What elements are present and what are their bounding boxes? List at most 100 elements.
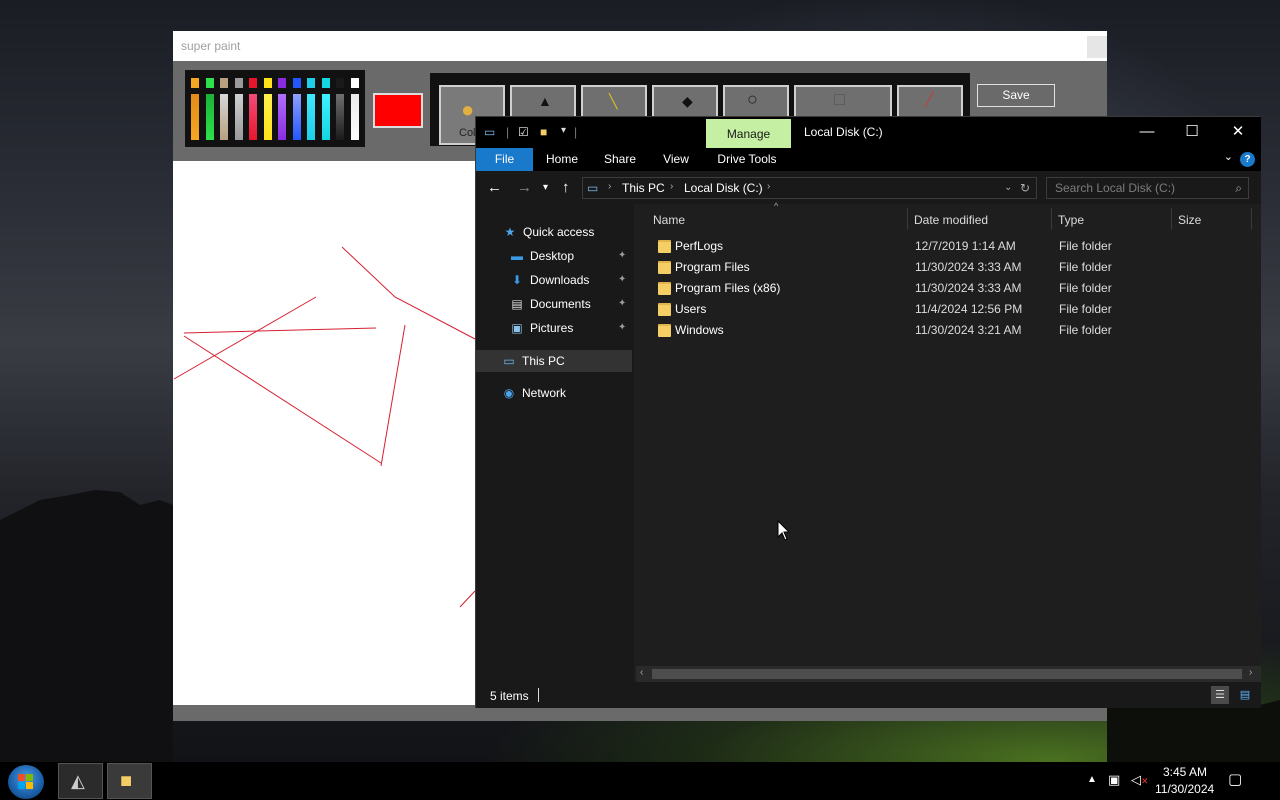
show-hidden-icons-icon[interactable]: ▲ — [1087, 774, 1097, 785]
swatch-gradient[interactable] — [278, 94, 286, 140]
column-header-date[interactable]: Date modified — [914, 210, 1049, 230]
swatch-light[interactable] — [336, 78, 344, 88]
swatch-light[interactable] — [205, 78, 214, 88]
refresh-icon[interactable]: ↻ — [1020, 181, 1030, 195]
palette-color-swatch[interactable] — [278, 78, 286, 140]
column-header-size[interactable]: Size — [1178, 210, 1248, 230]
start-button[interactable] — [8, 765, 44, 799]
swatch-light[interactable] — [263, 78, 272, 88]
horizontal-scrollbar[interactable]: ‹ › — [636, 666, 1261, 682]
table-row[interactable]: Program Files (x86) 11/30/2024 3:33 AM Fil… — [636, 278, 1256, 299]
pin-icon[interactable]: ✦ — [618, 269, 626, 291]
taskbar-app-paint[interactable]: ◭ — [58, 763, 103, 799]
swatch-gradient[interactable] — [307, 94, 315, 140]
column-header-name[interactable]: Name — [653, 210, 903, 230]
properties-icon[interactable]: ☑ — [518, 125, 529, 139]
pin-icon[interactable]: ✦ — [618, 317, 626, 339]
nav-downloads[interactable]: ⬇ Downloads ✦ — [508, 269, 633, 291]
palette-color-swatch[interactable] — [234, 78, 243, 140]
large-icons-view-icon[interactable]: ▤ — [1236, 686, 1254, 704]
nav-quick-access[interactable]: ★ Quick access — [501, 221, 631, 243]
table-row[interactable]: Users 11/4/2024 12:56 PM File folder — [636, 299, 1256, 320]
palette-color-swatch[interactable] — [307, 78, 315, 140]
pin-icon[interactable]: ✦ — [618, 245, 626, 267]
search-input[interactable] — [1047, 178, 1222, 198]
scroll-right-icon[interactable]: › — [1249, 667, 1252, 678]
swatch-light[interactable] — [307, 78, 315, 88]
swatch-gradient[interactable] — [263, 94, 272, 140]
forward-button[interactable]: → — [517, 179, 532, 196]
swatch-light[interactable] — [292, 78, 301, 88]
tab-view[interactable]: View — [652, 148, 700, 171]
swatch-gradient[interactable] — [292, 94, 301, 140]
palette-color-swatch[interactable] — [191, 78, 199, 140]
search-icon[interactable]: ⌕ — [1235, 181, 1242, 196]
close-button[interactable]: ✕ — [1215, 117, 1261, 148]
swatch-gradient[interactable] — [336, 94, 344, 140]
maximize-button[interactable]: ☐ — [1169, 117, 1215, 148]
nav-network[interactable]: ◉ Network — [500, 382, 630, 404]
nav-documents[interactable]: ▤ Documents ✦ — [508, 293, 633, 315]
current-color-swatch[interactable] — [373, 93, 423, 128]
customize-toolbar-icon[interactable]: ▾ — [561, 125, 566, 136]
column-divider[interactable] — [907, 208, 908, 230]
nav-pictures[interactable]: ▣ Pictures ✦ — [508, 317, 633, 339]
palette-color-swatch[interactable] — [292, 78, 301, 140]
scroll-left-icon[interactable]: ‹ — [640, 667, 643, 678]
nav-desktop[interactable]: ▬ Desktop ✦ — [508, 245, 633, 267]
minimize-button[interactable]: — — [1124, 117, 1170, 148]
network-status-icon[interactable]: ▣ — [1108, 772, 1120, 788]
column-divider[interactable] — [1251, 208, 1252, 230]
swatch-gradient[interactable] — [321, 94, 330, 140]
column-header-type[interactable]: Type — [1058, 210, 1168, 230]
palette-color-swatch[interactable] — [249, 78, 257, 140]
column-divider[interactable] — [1051, 208, 1052, 230]
address-bar[interactable]: ▭ › This PC › Local Disk (C:) › ⌄ ↻ — [582, 177, 1037, 199]
breadcrumb-local-disk[interactable]: Local Disk (C:) — [684, 181, 763, 195]
tab-file[interactable]: File — [476, 148, 533, 171]
save-button[interactable]: Save — [977, 84, 1055, 107]
up-button[interactable]: ↑ — [562, 179, 570, 196]
new-folder-icon[interactable]: ■ — [540, 125, 547, 139]
swatch-gradient[interactable] — [350, 94, 359, 140]
pin-icon[interactable]: ✦ — [618, 293, 626, 315]
chevron-down-icon[interactable]: ⌄ — [1004, 182, 1012, 193]
swatch-gradient[interactable] — [191, 94, 199, 140]
swatch-light[interactable] — [321, 78, 330, 88]
swatch-light[interactable] — [234, 78, 243, 88]
details-view-icon[interactable]: ☰ — [1211, 686, 1229, 704]
volume-muted-icon[interactable]: ◁✕ — [1131, 772, 1149, 788]
swatch-light[interactable] — [350, 78, 359, 88]
table-row[interactable]: Program Files 11/30/2024 3:33 AM File fold… — [636, 257, 1256, 278]
nav-this-pc[interactable]: ▭ This PC — [500, 350, 630, 372]
palette-color-swatch[interactable] — [321, 78, 330, 140]
table-row[interactable]: PerfLogs 12/7/2019 1:14 AM File folder — [636, 236, 1256, 257]
scrollbar-thumb[interactable] — [652, 669, 1242, 679]
tab-home[interactable]: Home — [538, 148, 586, 171]
tab-share[interactable]: Share — [596, 148, 644, 171]
clock-date[interactable]: 11/30/2024 — [1155, 782, 1214, 796]
tab-drive-tools[interactable]: Drive Tools — [712, 148, 782, 171]
swatch-gradient[interactable] — [234, 94, 243, 140]
paint-close-button[interactable] — [1087, 36, 1107, 58]
palette-color-swatch[interactable] — [263, 78, 272, 140]
breadcrumb-this-pc[interactable]: This PC — [622, 181, 665, 195]
notifications-icon[interactable]: ▢ — [1228, 770, 1242, 788]
swatch-light[interactable] — [249, 78, 257, 88]
help-icon[interactable]: ? — [1240, 152, 1255, 167]
swatch-light[interactable] — [191, 78, 199, 88]
tab-manage[interactable]: Manage — [706, 119, 791, 148]
column-divider[interactable] — [1171, 208, 1172, 230]
swatch-light[interactable] — [220, 78, 228, 88]
swatch-light[interactable] — [278, 78, 286, 88]
swatch-gradient[interactable] — [220, 94, 228, 140]
clock-time[interactable]: 3:45 AM — [1163, 765, 1207, 779]
recent-locations-icon[interactable]: ▾ — [543, 182, 548, 193]
palette-color-swatch[interactable] — [220, 78, 228, 140]
table-row[interactable]: Windows 11/30/2024 3:21 AM File folder — [636, 320, 1256, 341]
swatch-gradient[interactable] — [249, 94, 257, 140]
palette-color-swatch[interactable] — [350, 78, 359, 140]
palette-color-swatch[interactable] — [205, 78, 214, 140]
swatch-gradient[interactable] — [205, 94, 214, 140]
taskbar-app-explorer[interactable]: ■ — [107, 763, 152, 799]
